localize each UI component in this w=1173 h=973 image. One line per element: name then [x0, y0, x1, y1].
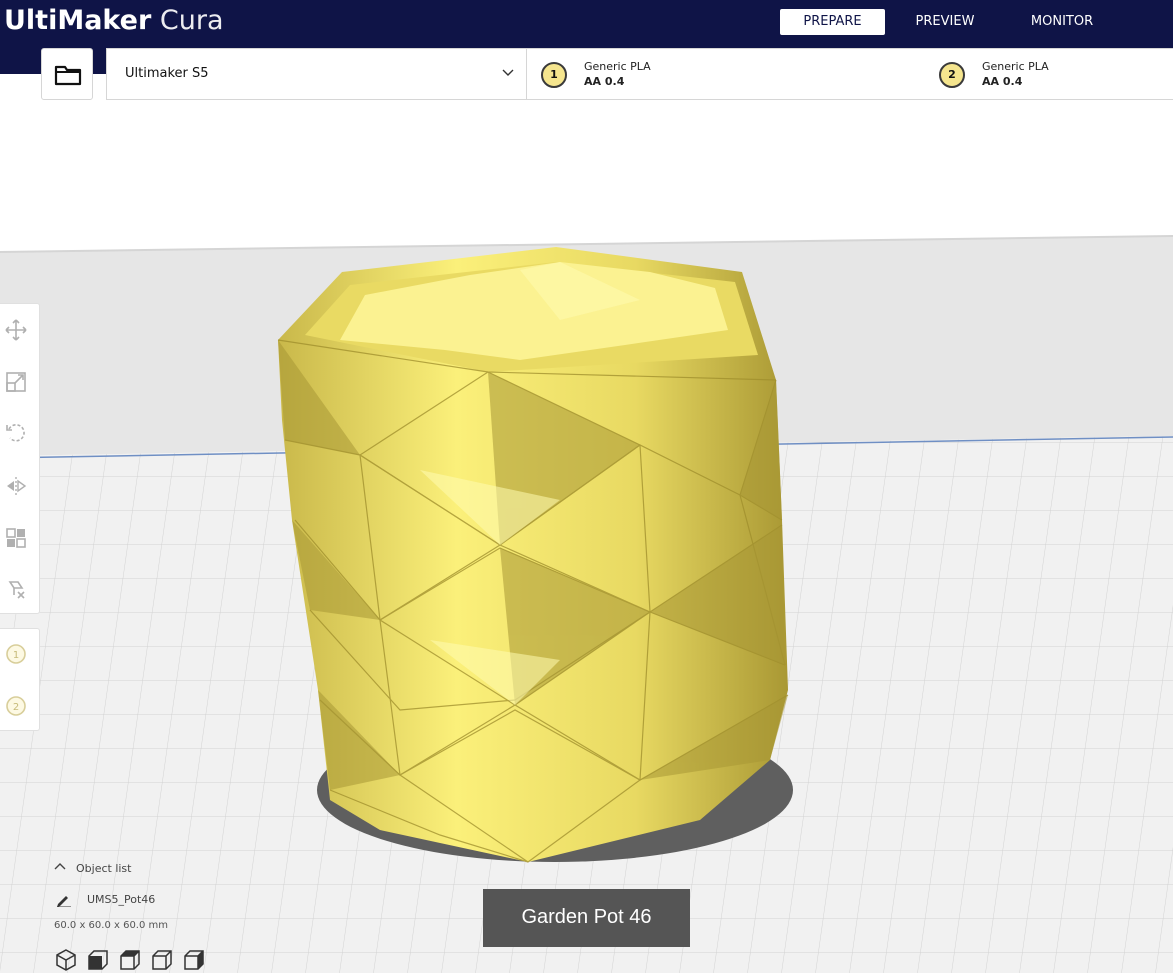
object-name: UMS5_Pot46	[87, 893, 156, 906]
view-right-button[interactable]	[182, 948, 206, 972]
extruder-2-material: Generic PLA	[982, 60, 1049, 73]
extruder-2-tool-icon: 2	[6, 696, 26, 716]
open-file-button[interactable]	[41, 48, 93, 100]
extruder-1-material: Generic PLA	[584, 60, 651, 73]
mirror-icon	[7, 477, 27, 495]
view-top-button[interactable]	[118, 948, 142, 972]
extruder-1-nozzle: AA 0.4	[584, 75, 625, 88]
support-blocker-button[interactable]	[4, 578, 28, 602]
logo-text-light: Cura	[151, 5, 224, 36]
logo-text-bold: UltiMaker	[4, 5, 152, 36]
extruder-2-button[interactable]: 2	[4, 694, 28, 718]
move-tool-button[interactable]	[4, 318, 28, 342]
view-3d-button[interactable]	[54, 948, 78, 972]
tab-monitor[interactable]: MONITOR	[1016, 9, 1108, 35]
view-orientation-controls	[54, 948, 214, 972]
model-caption: Garden Pot 46	[483, 889, 690, 947]
rotate-icon	[6, 423, 25, 442]
extruder-toolbar: 1 2	[0, 628, 40, 731]
machine-name: Ultimaker S5	[125, 66, 209, 81]
extruder-2-icon: 2	[939, 62, 965, 88]
svg-text:2: 2	[13, 702, 19, 713]
build-volume-scene[interactable]	[0, 100, 1173, 973]
machine-selector[interactable]: Ultimaker S5	[107, 49, 527, 99]
extruder-1-tool-icon: 1	[6, 644, 26, 664]
object-list-label: Object list	[76, 862, 132, 875]
scale-tool-button[interactable]	[4, 370, 28, 394]
edit-pencil-icon	[57, 896, 71, 907]
move-icon	[5, 319, 27, 341]
extruder-1-button[interactable]: 1	[4, 642, 28, 666]
chevron-down-icon	[502, 69, 514, 76]
view-front-button[interactable]	[86, 948, 110, 972]
scale-icon	[6, 372, 26, 392]
mirror-tool-button[interactable]	[4, 474, 28, 498]
app-logo: UltiMaker Cura	[4, 4, 224, 38]
svg-text:1: 1	[13, 650, 19, 661]
extruder-1-icon: 1	[541, 62, 567, 88]
per-model-settings-icon	[6, 528, 26, 548]
right-view-icon	[184, 950, 204, 970]
model-garden-pot[interactable]	[277, 247, 789, 863]
tab-preview[interactable]: PREVIEW	[900, 9, 990, 35]
extruder-1-config[interactable]: 1 Generic PLA AA 0.4	[527, 49, 727, 99]
printer-configuration-bar: Ultimaker S5 1 Generic PLA AA 0.4 2 Gene…	[106, 48, 1173, 100]
front-view-icon	[88, 950, 108, 970]
object-list-toggle[interactable]: Object list	[54, 862, 131, 875]
transform-toolbar	[0, 303, 40, 614]
left-view-icon	[152, 950, 172, 970]
extruder-2-nozzle: AA 0.4	[982, 75, 1023, 88]
chevron-up-icon	[54, 863, 66, 870]
app-header: UltiMaker Cura PREPARE PREVIEW MONITOR	[0, 0, 1173, 46]
3d-viewport[interactable]	[0, 100, 1173, 973]
3d-view-icon	[56, 949, 76, 971]
rotate-tool-button[interactable]	[4, 421, 28, 445]
top-view-icon	[120, 950, 140, 970]
tab-prepare[interactable]: PREPARE	[780, 9, 885, 35]
support-blocker-icon	[8, 581, 25, 599]
extruder-2-config[interactable]: 2 Generic PLA AA 0.4	[925, 49, 1125, 99]
object-dimensions: 60.0 x 60.0 x 60.0 mm	[54, 920, 169, 931]
per-model-settings-button[interactable]	[4, 526, 28, 550]
view-left-button[interactable]	[150, 948, 174, 972]
folder-icon	[54, 65, 82, 86]
